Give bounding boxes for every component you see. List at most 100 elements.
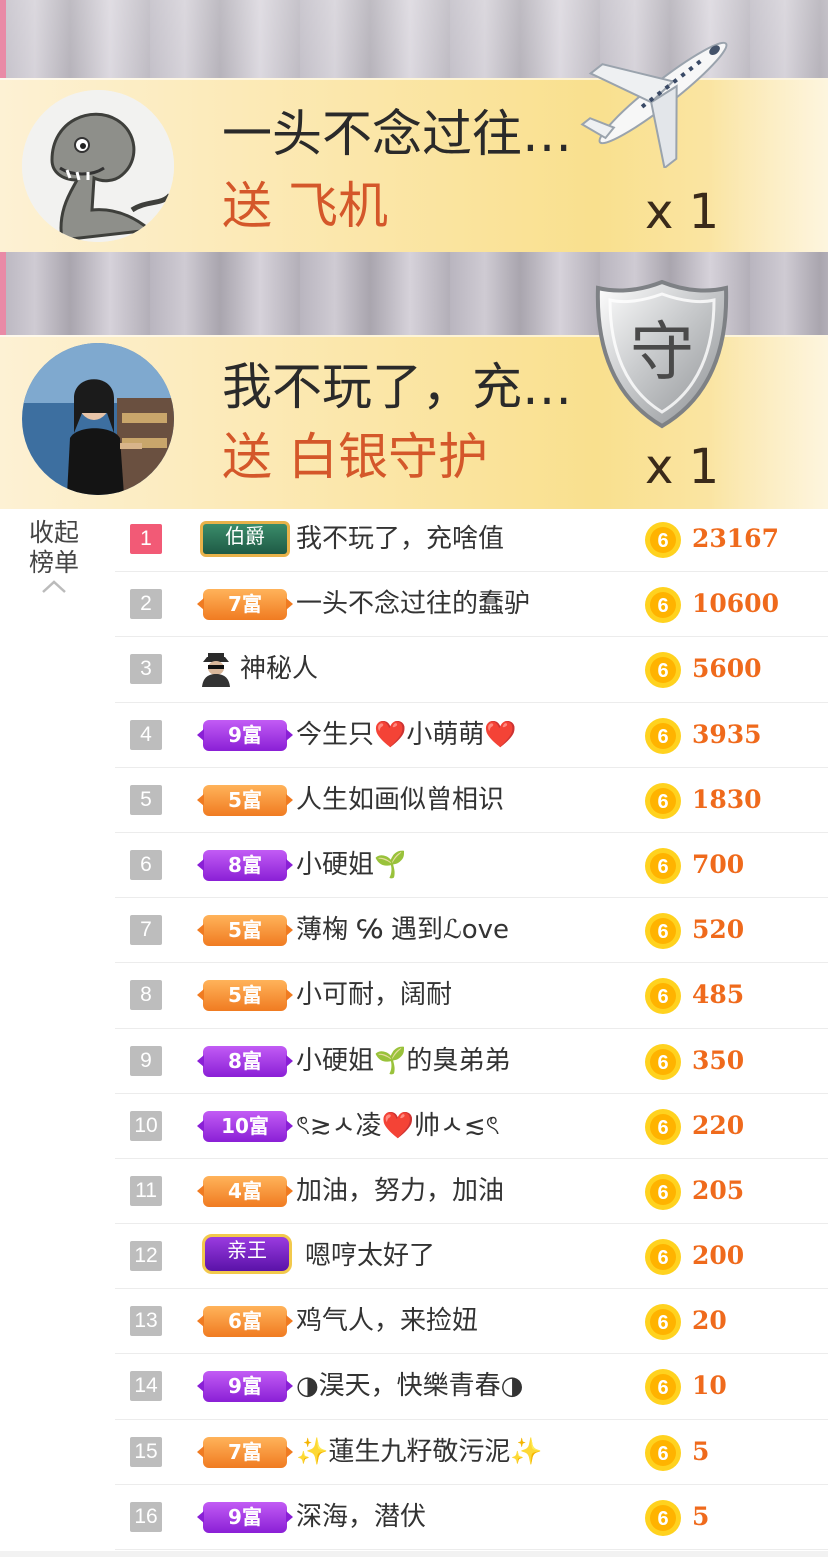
- user-name[interactable]: 嗯哼太好了: [305, 1236, 435, 1276]
- sender-avatar[interactable]: [22, 90, 174, 242]
- wealth-level-badge: 7富: [197, 589, 293, 621]
- coin-icon: 6: [644, 1108, 682, 1150]
- rank-number: 9: [130, 1045, 162, 1076]
- svg-text:6: 6: [657, 1247, 668, 1269]
- user-name[interactable]: 神秘人: [240, 649, 318, 689]
- coin-icon: 6: [644, 717, 682, 759]
- contribution-amount: 1830: [692, 784, 762, 814]
- prince-badge: 亲王: [202, 1234, 292, 1275]
- user-name[interactable]: 小硬姐🌱的臭弟弟: [296, 1041, 510, 1081]
- user-name[interactable]: ◑淏天，快樂青春◑: [296, 1366, 523, 1406]
- coin-icon: 6: [644, 1238, 682, 1280]
- bottom-divider: [0, 1551, 828, 1557]
- user-name[interactable]: 深海，潜伏: [296, 1497, 426, 1537]
- gift-action-word: 送: [222, 177, 272, 235]
- coin-icon: 6: [644, 912, 682, 954]
- leaderboard-row[interactable]: 2 7富 一头不念过往的蠢驴 6 10600: [115, 572, 828, 638]
- coin-icon: 6: [644, 1173, 682, 1215]
- wealth-level-badge: 5富: [197, 784, 293, 816]
- user-name[interactable]: 薄椈 ℅ 遇到ℒove: [296, 910, 509, 950]
- contribution-amount: 20: [692, 1306, 727, 1336]
- contribution-amount: 700: [692, 849, 745, 879]
- user-name[interactable]: ৎ≳ㅅ凌❤️帅ㅅ≲ৎ: [296, 1106, 500, 1146]
- leaderboard-row[interactable]: 9 8富 小硬姐🌱的臭弟弟 6 350: [115, 1029, 828, 1094]
- leaderboard-row[interactable]: 10 10富 ৎ≳ㅅ凌❤️帅ㅅ≲ৎ 6 220: [115, 1094, 828, 1159]
- coin-icon: 6: [644, 1043, 682, 1085]
- svg-text:6: 6: [657, 1117, 668, 1139]
- coin-icon: 6: [644, 782, 682, 824]
- gift-name: 飞机: [288, 177, 388, 235]
- wealth-level-badge: 10富: [197, 1110, 293, 1142]
- sender-avatar[interactable]: [22, 343, 174, 495]
- rank-number: 7: [130, 915, 162, 946]
- gift-sender-name: 我不玩了，充…: [222, 358, 572, 416]
- coin-icon: 6: [644, 1499, 682, 1541]
- user-name[interactable]: 小硬姐🌱: [296, 845, 406, 885]
- contribution-amount: 5: [692, 1501, 710, 1531]
- user-name[interactable]: 鸡气人，来捡妞: [296, 1301, 478, 1341]
- leaderboard-row[interactable]: 7 5富 薄椈 ℅ 遇到ℒove 6 520: [115, 898, 828, 964]
- gift-ranking-screen: { "gift_banners": [ { "sender": "一头不念过往……: [0, 0, 828, 1557]
- contribution-amount: 5: [692, 1436, 710, 1466]
- gift-action-word: 送: [222, 428, 272, 486]
- contribution-amount: 350: [692, 1045, 745, 1075]
- rank-number: 13: [130, 1306, 162, 1337]
- leaderboard-row[interactable]: 8 5富 小可耐，阔耐 6 485: [115, 963, 828, 1029]
- gift-action-text: 送飞机: [222, 176, 404, 236]
- user-name[interactable]: 我不玩了，充啥值: [296, 519, 504, 559]
- leaderboard-row[interactable]: 15 7富 ✨蓮生九籽敬污泥✨ 6 5: [115, 1420, 828, 1485]
- user-name[interactable]: 加油，努力，加油: [296, 1171, 504, 1211]
- leaderboard-row[interactable]: 16 9富 深海，潜伏 6 5: [115, 1485, 828, 1550]
- gift-action-text: 送白银守护: [222, 427, 504, 487]
- leaderboard-row[interactable]: 4 9富 今生只❤️小萌萌❤️ 6 3935: [115, 703, 828, 768]
- contribution-amount: 520: [692, 915, 745, 945]
- leaderboard-list: 1 伯爵 我不玩了，充啥值 6 23167 2 7富 一头不念过往的蠢驴 6 10600 3 神秘人 6…: [115, 507, 828, 1550]
- user-name[interactable]: 小可耐，阔耐: [296, 975, 452, 1015]
- svg-text:6: 6: [657, 986, 668, 1008]
- coin-icon: 6: [644, 847, 682, 889]
- gift-name: 白银守护: [288, 428, 488, 486]
- earl-badge: 伯爵: [200, 521, 290, 557]
- svg-text:6: 6: [657, 1443, 668, 1465]
- leaderboard-row[interactable]: 1 伯爵 我不玩了，充啥值 6 23167: [115, 507, 828, 573]
- leaderboard-row[interactable]: 6 8富 小硬姐🌱 6 700: [115, 833, 828, 899]
- contribution-amount: 200: [692, 1241, 745, 1271]
- rank-number: 5: [130, 784, 162, 815]
- rank-number: 6: [130, 849, 162, 880]
- gift-notification-area: 一头不念过往… 送飞机 x 1 我不玩了，充… 送 白银守护 x 1 守: [0, 0, 828, 509]
- wealth-level-badge: 5富: [197, 980, 293, 1012]
- leaderboard-row[interactable]: 11 4富 加油，努力，加油 6 205: [115, 1159, 828, 1225]
- gift-count: x 1: [645, 184, 720, 240]
- rank-number: 11: [130, 1175, 162, 1206]
- svg-text:6: 6: [657, 726, 668, 748]
- rank-number: 14: [130, 1371, 162, 1402]
- svg-text:6: 6: [657, 1312, 668, 1334]
- leaderboard-row[interactable]: 14 9富 ◑淏天，快樂青春◑ 6 10: [115, 1354, 828, 1420]
- wealth-level-badge: 6富: [197, 1306, 293, 1338]
- coin-icon: 6: [644, 1434, 682, 1476]
- svg-text:6: 6: [657, 1508, 668, 1530]
- wealth-level-badge: 9富: [197, 719, 293, 751]
- leaderboard-row[interactable]: 3 神秘人 6 5600: [115, 637, 828, 703]
- rank-number: 8: [130, 980, 162, 1011]
- airplane-icon: [578, 18, 748, 172]
- coin-icon: 6: [644, 586, 682, 628]
- leaderboard-row[interactable]: 5 5富 人生如画似曾相识 6 1830: [115, 768, 828, 833]
- coin-icon: 6: [644, 651, 682, 693]
- rank-number: 4: [130, 719, 162, 750]
- mystery-person-icon: [199, 651, 233, 691]
- chevron-up-icon: [42, 580, 66, 593]
- contribution-amount: 23167: [692, 524, 779, 553]
- wealth-level-badge: 9富: [197, 1501, 293, 1533]
- leaderboard-row[interactable]: 12 亲王 嗯哼太好了 6 200: [115, 1224, 828, 1290]
- coin-icon: 6: [644, 977, 682, 1019]
- user-name[interactable]: 今生只❤️小萌萌❤️: [296, 715, 517, 755]
- contribution-amount: 10: [692, 1371, 727, 1401]
- leaderboard-row[interactable]: 13 6富 鸡气人，来捡妞 6 20: [115, 1289, 828, 1355]
- user-name[interactable]: 人生如画似曾相识: [296, 780, 504, 820]
- wealth-level-badge: 7富: [197, 1436, 293, 1468]
- user-name[interactable]: 一头不念过往的蠢驴: [296, 584, 530, 624]
- svg-text:6: 6: [657, 1377, 668, 1399]
- user-name[interactable]: ✨蓮生九籽敬污泥✨: [296, 1432, 543, 1472]
- collapse-leaderboard-button[interactable]: 收起榜单: [14, 518, 94, 594]
